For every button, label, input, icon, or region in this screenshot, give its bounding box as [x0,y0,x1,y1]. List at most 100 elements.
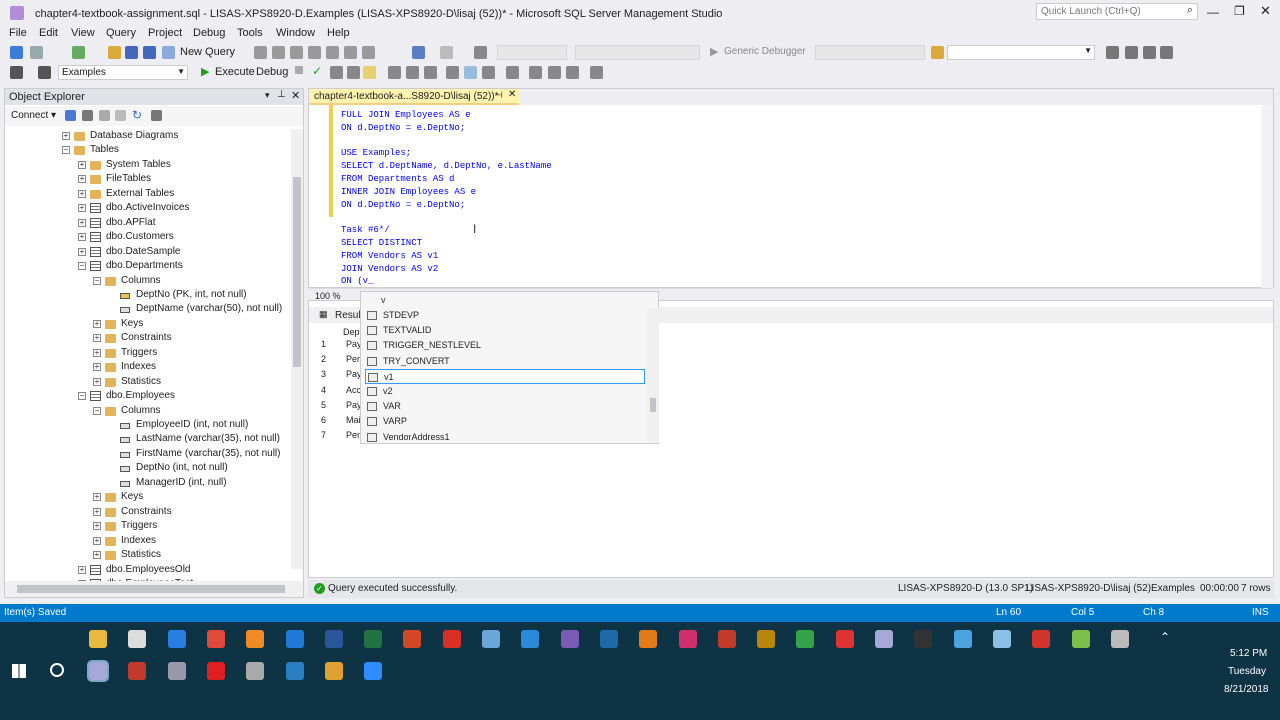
code-line[interactable]: SELECT DISTINCT [341,237,422,249]
save-icon[interactable] [125,46,138,59]
save-all-icon[interactable] [143,46,156,59]
display-plan-icon[interactable] [330,66,343,79]
layout-icon[interactable] [1160,46,1173,59]
tree-horizontal-scrollbar[interactable] [5,581,303,597]
activity-icon[interactable] [151,110,162,121]
query-designer-icon[interactable] [347,66,360,79]
execute-button[interactable]: Execute [215,66,255,78]
filezilla-icon[interactable] [1032,630,1051,648]
stop-icon[interactable] [99,110,110,121]
tree-node[interactable]: + dbo.DateSample [5,245,291,259]
edge-icon[interactable] [285,630,304,648]
clock-date[interactable]: 8/21/2018 [1224,684,1269,695]
app-icon[interactable] [953,630,972,648]
dmx-icon[interactable] [272,46,285,59]
parse-icon[interactable]: ✓ [312,64,322,78]
refresh-icon[interactable]: ↻ [132,108,142,122]
collapse-icon[interactable]: − [78,392,86,401]
expand-icon[interactable]: + [93,507,101,516]
completion-item[interactable]: TEXTVALID [365,323,645,338]
results-file-icon[interactable] [482,66,495,79]
zoom-icon[interactable] [364,662,383,680]
database-select[interactable]: Examples ▼ [58,65,188,80]
tree-node[interactable]: + Constraints [5,505,291,519]
tree-node[interactable]: + Constraints [5,331,291,345]
expand-icon[interactable]: + [78,247,86,256]
new-query-button[interactable]: New Query [180,46,235,58]
activity-monitor-icon[interactable] [474,46,487,59]
redo-icon[interactable] [440,46,453,59]
code-line[interactable]: INNER JOIN Employees AS e [341,186,476,198]
completion-item[interactable]: VendorAddress1 [365,430,645,445]
bridge-icon[interactable] [757,630,776,648]
excel-icon[interactable] [364,630,383,648]
tree-node[interactable]: + Indexes [5,360,291,374]
code-line[interactable]: USE Examples; [341,147,411,159]
opera-icon[interactable] [206,662,225,680]
powerpoint-icon[interactable] [403,630,422,648]
calculator-icon[interactable] [128,630,147,648]
expand-icon[interactable]: + [78,160,86,169]
tree-node[interactable]: + External Tables [5,187,291,201]
debugger-select[interactable]: Generic Debugger [724,46,806,57]
menu-help[interactable]: Help [327,27,350,39]
tree-node[interactable]: EmployeeID (int, not null) [5,418,291,432]
terminal-icon[interactable] [914,630,933,648]
pin-icon[interactable]: ⊥ [277,89,286,100]
tree-node[interactable]: ManagerID (int, null) [5,476,291,490]
windows-start-icon[interactable] [12,664,26,678]
change-connection-icon[interactable] [38,66,51,79]
document-icon[interactable] [167,662,186,680]
menu-project[interactable]: Project [148,27,182,39]
acrobat-icon[interactable] [442,630,461,648]
tree-node[interactable]: + Indexes [5,534,291,548]
play-icon[interactable]: ▶ [710,45,718,58]
code-line[interactable]: SELECT d.DeptName, d.DeptNo, e.LastName [341,160,552,172]
app-icon[interactable] [482,630,500,648]
collapse-icon[interactable]: − [93,406,101,415]
collapse-icon[interactable]: − [93,276,101,285]
menu-edit[interactable]: Edit [39,27,58,39]
debug-target-select[interactable] [815,45,925,60]
expand-icon[interactable]: + [93,334,101,343]
completion-item[interactable]: TRIGGER_NESTLEVEL [365,338,645,353]
acrobat-dc-icon[interactable] [835,630,854,648]
expand-icon[interactable]: + [78,189,86,198]
live-stats-icon[interactable] [406,66,419,79]
code-line[interactable]: FROM Vendors AS v1 [341,250,438,262]
expand-icon[interactable]: + [93,319,101,328]
expand-icon[interactable]: + [78,565,86,574]
menu-window[interactable]: Window [276,27,315,39]
intellisense-icon[interactable] [363,66,376,79]
tree-node[interactable]: DeptName (varchar(50), not null) [5,302,291,316]
menu-debug[interactable]: Debug [193,27,225,39]
menu-query[interactable]: Query [106,27,136,39]
app-icon[interactable] [128,662,147,680]
find-input[interactable]: ▼ [947,45,1095,60]
code-area[interactable]: FULL JOIN Employees AS e ON d.DeptNo = e.… [309,99,1259,289]
firefox-icon[interactable] [246,630,265,648]
tree-node[interactable]: + Keys [5,317,291,331]
illustrator-icon[interactable] [639,630,658,648]
properties-icon[interactable] [1106,46,1119,59]
clock-day[interactable]: Tuesday [1228,666,1266,677]
ssms-icon[interactable] [875,630,893,648]
disconnect-icon[interactable] [82,110,93,121]
tree-node[interactable]: + Statistics [5,548,291,562]
xmla-icon[interactable] [290,46,303,59]
menu-file[interactable]: File [9,27,27,39]
cut-icon[interactable] [326,46,339,59]
outdent-icon[interactable] [548,66,561,79]
editor-scrollbar[interactable] [1261,105,1273,289]
tree-node[interactable]: + dbo.ActiveInvoices [5,201,291,215]
dropbox-icon[interactable] [167,630,186,648]
tree-node[interactable]: − dbo.Employees [5,389,291,403]
results-grid-icon[interactable] [464,66,477,79]
paste-icon[interactable] [362,46,375,59]
connect-icon[interactable] [65,110,76,121]
chrome-icon[interactable] [206,630,225,648]
animate-icon[interactable] [717,630,736,648]
expand-icon[interactable]: + [93,377,101,386]
wordpress-icon[interactable] [285,662,304,680]
expand-icon[interactable]: + [62,132,70,140]
